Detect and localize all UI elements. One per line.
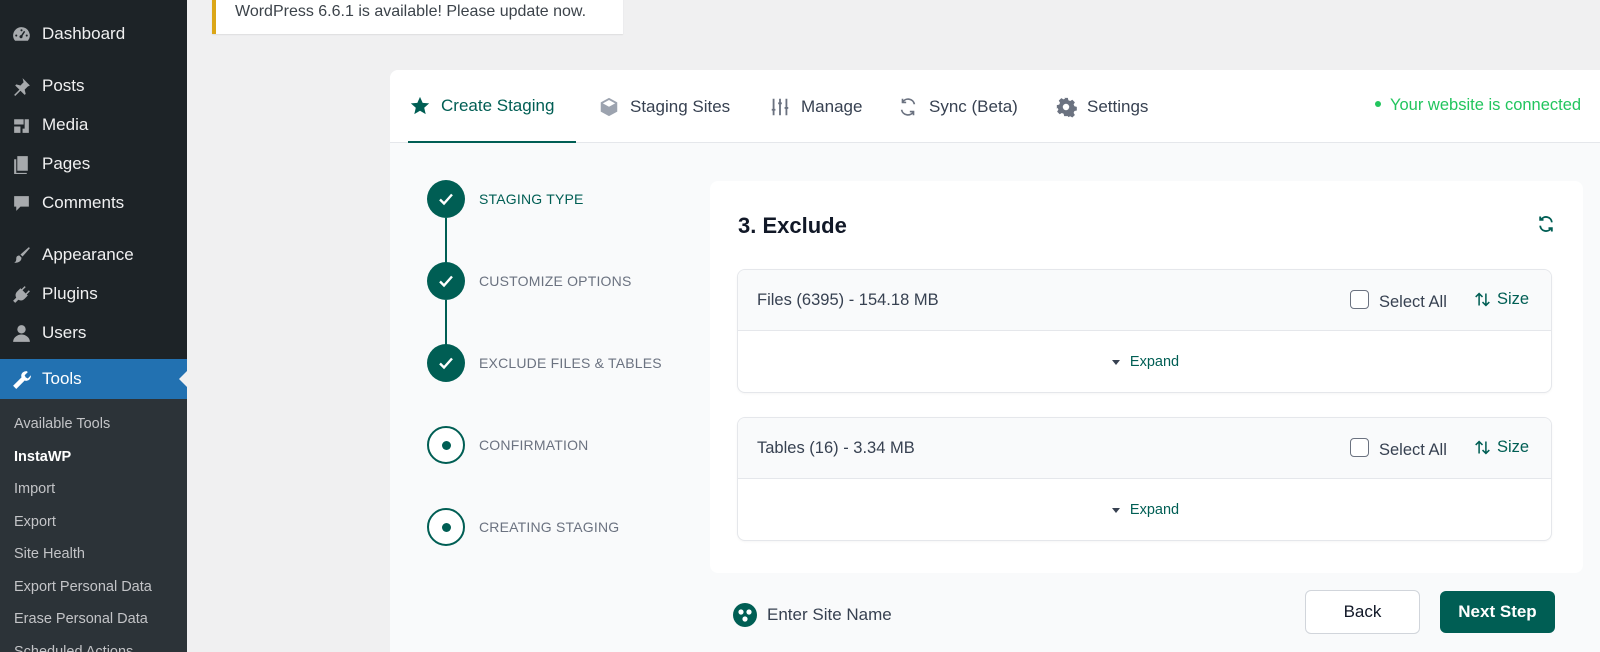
submenu-instawp[interactable]: InstaWP — [14, 449, 71, 465]
menu-item-tools[interactable]: Tools — [0, 359, 187, 399]
tab-label: Staging Sites — [630, 96, 731, 116]
refresh-icon[interactable] — [1536, 214, 1556, 234]
step-3-check-icon — [427, 344, 465, 382]
files-select-all-checkbox[interactable] — [1350, 290, 1369, 309]
menu-label: Dashboard — [42, 24, 126, 43]
tab-label: Sync (Beta) — [929, 96, 1018, 116]
tables-section-header: Tables (16) - 3.34 MB Select All Size — [738, 418, 1551, 479]
step-3-label: EXCLUDE FILES & TABLES — [479, 355, 662, 371]
menu-item-plugins[interactable]: Plugins — [0, 274, 187, 314]
tab-bar: Create Staging Staging Sites Manage Sync… — [390, 70, 1600, 143]
step-4-pending-icon — [427, 426, 465, 464]
step-5-label: CREATING STAGING — [479, 519, 620, 535]
media-icon — [10, 114, 32, 136]
connection-status: Your website is connected — [1375, 96, 1581, 115]
step-connector — [445, 300, 447, 350]
submenu-export-personal-data[interactable]: Export Personal Data — [14, 579, 152, 595]
step-5-pending-icon — [427, 508, 465, 546]
step-4-label: CONFIRMATION — [479, 437, 589, 453]
menu-item-media[interactable]: Media — [0, 105, 187, 145]
caret-down-icon — [1111, 359, 1120, 365]
tables-section: Tables (16) - 3.34 MB Select All Size Ex… — [737, 417, 1552, 541]
submenu-scheduled-actions[interactable]: Scheduled Actions — [14, 644, 133, 652]
tab-label: Manage — [801, 96, 863, 116]
submenu-site-health[interactable]: Site Health — [14, 546, 85, 562]
files-select-all-label[interactable]: Select All — [1379, 293, 1447, 312]
menu-item-pages[interactable]: Pages — [0, 144, 187, 184]
files-section: Files (6395) - 154.18 MB Select All Size… — [737, 269, 1552, 393]
submenu-export[interactable]: Export — [14, 514, 56, 530]
cube-icon — [597, 95, 621, 119]
menu-label: Comments — [42, 193, 125, 212]
menu-item-users[interactable]: Users — [0, 313, 187, 353]
gear-icon — [1054, 95, 1078, 119]
menu-label: Media — [42, 115, 89, 134]
sort-arrows-icon — [1475, 440, 1490, 455]
step-2-check-icon — [427, 262, 465, 300]
comment-icon — [10, 192, 32, 214]
step-2-label: CUSTOMIZE OPTIONS — [479, 273, 632, 289]
pages-icon — [10, 153, 32, 175]
tab-settings[interactable]: Settings — [1054, 70, 1148, 143]
sync-icon — [896, 95, 920, 119]
plugin-icon — [10, 283, 32, 305]
submenu-available-tools[interactable]: Available Tools — [14, 416, 110, 432]
expand-label: Expand — [1129, 354, 1180, 370]
menu-label: Posts — [42, 76, 85, 95]
update-notice: WordPress 6.6.1 is available! Please upd… — [212, 0, 623, 34]
menu-label: Appearance — [42, 245, 134, 264]
tables-select-all-label[interactable]: Select All — [1379, 441, 1447, 460]
menu-item-dashboard[interactable]: Dashboard — [0, 14, 187, 54]
tables-sort-size-button[interactable]: Size — [1474, 438, 1529, 457]
back-button[interactable]: Back — [1305, 590, 1420, 634]
step-connector — [445, 218, 447, 268]
menu-item-posts[interactable]: Posts — [0, 66, 187, 106]
files-section-header: Files (6395) - 154.18 MB Select All Size — [738, 270, 1551, 331]
step-1-check-icon — [427, 180, 465, 218]
files-summary: Files (6395) - 154.18 MB — [757, 291, 939, 309]
tools-submenu: Available Tools InstaWP Import Export Si… — [0, 399, 187, 652]
menu-label: Pages — [42, 154, 91, 173]
tables-summary: Tables (16) - 3.34 MB — [757, 439, 915, 457]
tables-select-all-checkbox[interactable] — [1350, 438, 1369, 457]
caret-down-icon — [1111, 507, 1120, 513]
card-title: 3. Exclude — [738, 213, 847, 238]
tab-create-staging[interactable]: Create Staging — [408, 70, 576, 143]
connection-status-text: Your website is connected — [1390, 96, 1582, 114]
sort-label: Size — [1497, 290, 1530, 308]
sort-label: Size — [1497, 438, 1530, 456]
star-icon — [408, 94, 432, 118]
status-dot — [1375, 100, 1381, 107]
tables-expand-button[interactable]: Expand — [738, 479, 1551, 540]
submenu-erase-personal-data[interactable]: Erase Personal Data — [14, 611, 148, 627]
site-name-icon — [733, 603, 757, 627]
exclude-card: 3. Exclude Files (6395) - 154.18 MB Sele… — [710, 181, 1583, 573]
submenu-import[interactable]: Import — [14, 481, 55, 497]
step-1-label: STAGING TYPE — [479, 191, 584, 207]
files-sort-size-button[interactable]: Size — [1474, 290, 1529, 309]
tab-label: Settings — [1087, 96, 1149, 116]
admin-sidebar: Dashboard Posts Media Pages Comments App… — [0, 0, 187, 652]
paintbrush-icon — [10, 244, 32, 266]
dashboard-icon — [10, 23, 32, 45]
menu-item-comments[interactable]: Comments — [0, 183, 187, 223]
files-expand-button[interactable]: Expand — [738, 331, 1551, 392]
tab-manage[interactable]: Manage — [768, 70, 862, 143]
wrench-icon — [10, 368, 32, 390]
pin-icon — [10, 75, 32, 97]
menu-item-appearance[interactable]: Appearance — [0, 235, 187, 275]
sliders-icon — [768, 95, 792, 119]
tab-sync[interactable]: Sync (Beta) — [896, 70, 1018, 143]
expand-label: Expand — [1129, 502, 1180, 518]
user-icon — [10, 322, 32, 344]
tab-staging-sites[interactable]: Staging Sites — [597, 70, 730, 143]
update-notice-text[interactable]: WordPress 6.6.1 is available! Please upd… — [235, 3, 586, 20]
tab-label: Create Staging — [441, 95, 555, 115]
menu-label: Tools — [42, 369, 82, 388]
menu-label: Plugins — [42, 284, 98, 303]
next-step-button[interactable]: Next Step — [1440, 591, 1555, 633]
menu-label: Users — [42, 323, 87, 342]
site-name-input[interactable]: Enter Site Name — [767, 605, 892, 625]
sort-arrows-icon — [1475, 292, 1490, 307]
